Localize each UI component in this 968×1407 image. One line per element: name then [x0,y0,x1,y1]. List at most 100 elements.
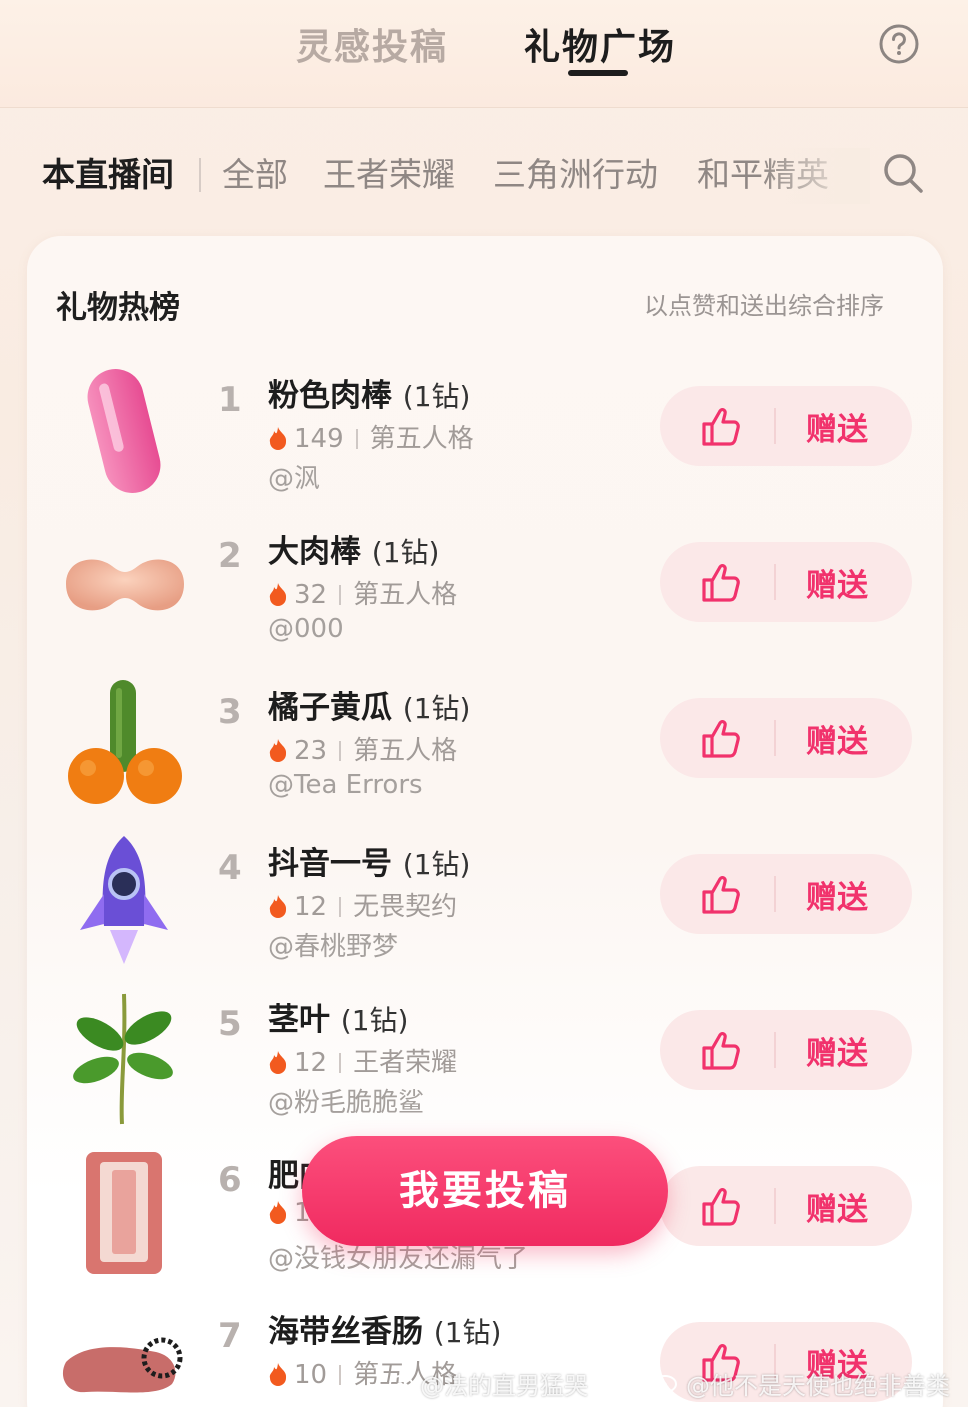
thumbs-up-icon[interactable] [698,872,744,918]
pill-divider [774,1032,776,1068]
gift-name-text: 抖音一号 [268,846,392,882]
board-title: 礼物热榜 [56,290,180,326]
gift-name: 抖音一号 (1钻) [268,838,470,883]
gift-price: (1钻) [371,536,440,569]
meta-separator [339,741,342,761]
category-divider [199,158,201,192]
gift-name: 粉色肉棒 (1钻) [268,370,470,415]
gift-price: (1钻) [402,380,471,413]
gift-price: (1钻) [340,1004,409,1037]
gift-name: 大肉棒 (1钻) [268,526,439,571]
oranges-cucumber-image [68,680,182,804]
gift-action-pill: 赠送 [660,542,912,622]
gift-author[interactable]: @春桃野梦 [268,926,398,963]
gift-action-pill: 赠送 [660,1010,912,1090]
thumbs-up-icon[interactable] [698,1028,744,1074]
meta-separator [355,429,358,449]
pill-divider [774,720,776,756]
rank-number: 4 [218,848,242,888]
sausage-seaweed-image [62,1337,183,1393]
gift-price: (1钻) [402,692,471,725]
gift-author[interactable]: @Tea Errors [268,770,423,800]
gift-meta: 12 无畏契约 [268,886,457,923]
flame-icon [269,739,287,762]
weibo-logo-icon [653,1375,677,1393]
send-gift-button[interactable]: 赠送 [806,1028,868,1073]
category-fade [760,148,870,204]
meta-separator [339,1365,342,1385]
category-tab-honor-of-kings[interactable]: 王者荣耀 [323,148,455,196]
category-tabs: 本直播间 全部 王者荣耀 三角洲行动 和平精英 [0,148,968,204]
send-gift-button[interactable]: 赠送 [806,1184,868,1229]
top-header: 灵感投稿 礼物广场 [0,0,968,108]
thumbs-up-icon[interactable] [698,404,744,450]
rocket-image [80,836,168,964]
gift-action-pill: 赠送 [660,386,912,466]
category-tab-all[interactable]: 全部 [222,148,288,196]
submit-gift-idea-button[interactable]: 我要投稿 [302,1136,668,1246]
gift-row[interactable]: 2 大肉棒 (1钻) 32 第五人格 @000 赠送 [0,522,968,672]
pork-belly-image [86,1152,162,1274]
rank-number: 7 [218,1316,242,1356]
gift-name: 海带丝香肠 (1钻) [268,1306,501,1351]
rank-number: 6 [218,1160,242,1200]
gift-row[interactable]: 5 茎叶 (1钻) 12 王者荣耀 @粉毛脆脆鲨 赠送 [0,990,968,1140]
flame-icon [269,427,287,450]
gift-name-text: 粉色肉棒 [268,378,392,414]
board-sort-note: 以点赞和送出综合排序 [644,292,884,320]
send-gift-button[interactable]: 赠送 [806,404,868,449]
gift-name-text: 茎叶 [268,1002,330,1038]
gift-name: 茎叶 (1钻) [268,994,408,1039]
gift-row[interactable]: 3 橘子黄瓜 (1钻) 23 第五人格 @Tea Errors 赠送 [0,678,968,828]
tab-gift-square[interactable]: 礼物广场 [524,18,676,70]
gift-name: 橘子黄瓜 (1钻) [268,682,470,727]
heat-count: 12 [294,892,328,922]
leaf-stem-image [73,993,173,1125]
gift-author[interactable]: @000 [268,614,344,644]
gift-author[interactable]: @粉毛脆脆鲨 [268,1082,424,1119]
send-gift-button[interactable]: 赠送 [806,560,868,605]
game-name: 第五人格 [353,580,458,610]
meta-separator [339,897,342,917]
gift-action-pill: 赠送 [660,1166,912,1246]
pink-capsule-image [87,369,161,493]
heat-count: 12 [294,1048,328,1078]
gift-meta: 23 第五人格 [268,730,457,767]
game-name: 无畏契约 [353,892,458,922]
watermark-text: @法的直男猛哭 [420,1372,588,1400]
heat-count: 10 [294,1360,328,1390]
watermark-text: @他不是天使也绝非善类 [686,1372,950,1400]
question-circle-icon[interactable] [878,23,920,65]
gift-action-pill: 赠送 [660,698,912,778]
category-tab-this-room[interactable]: 本直播间 [42,148,174,196]
gift-name-text: 海带丝香肠 [268,1314,423,1350]
weibo-logo-icon [389,1375,413,1393]
rank-number: 1 [218,380,242,420]
gift-meta: 149 第五人格 [268,418,474,455]
game-name: 第五人格 [369,424,474,454]
gift-price: (1钻) [402,848,471,881]
gift-row[interactable]: 1 粉色肉棒 (1钻) 149 第五人格 @沨 赠送 [0,366,968,516]
tab-inspiration[interactable]: 灵感投稿 [296,18,448,70]
thumbs-up-icon[interactable] [698,560,744,606]
gift-meta: 12 王者荣耀 [268,1042,457,1079]
gift-action-pill: 赠送 [660,854,912,934]
game-name: 第五人格 [353,736,458,766]
meta-separator [339,1053,342,1073]
active-tab-indicator [568,70,628,76]
gift-author[interactable]: @沨 [268,458,320,495]
flame-icon [269,1051,287,1074]
game-name: 王者荣耀 [353,1048,458,1078]
flesh-blob-image [66,559,184,611]
search-icon[interactable] [880,150,926,196]
gift-price: (1钻) [433,1316,502,1349]
flame-icon [269,1201,287,1224]
flame-icon [269,895,287,918]
gift-row[interactable]: 4 抖音一号 (1钻) 12 无畏契约 @春桃野梦 赠送 [0,834,968,984]
category-tab-delta-force[interactable]: 三角洲行动 [493,148,658,196]
send-gift-button[interactable]: 赠送 [806,716,868,761]
thumbs-up-icon[interactable] [698,1184,744,1230]
send-gift-button[interactable]: 赠送 [806,872,868,917]
thumbs-up-icon[interactable] [698,716,744,762]
pill-divider [774,1188,776,1224]
